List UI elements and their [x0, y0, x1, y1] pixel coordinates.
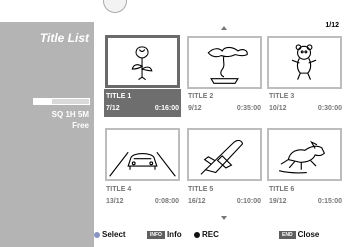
disc-space-fill [34, 99, 52, 104]
car-icon [109, 151, 176, 177]
title-name: TITLE 4 [106, 186, 132, 193]
title-length: 0:16:00 [154, 105, 179, 112]
close-label: Close [297, 230, 320, 239]
dog-icon [278, 140, 326, 174]
select-label: Select [102, 230, 126, 239]
scroll-up-icon[interactable] [221, 26, 227, 30]
title-date: 19/12 [269, 198, 287, 205]
title-length: 0:15:00 [317, 198, 342, 205]
free-label: Free [72, 121, 89, 130]
title-name: TITLE 5 [188, 186, 214, 193]
rec-label: REC [202, 230, 219, 239]
title-date: 7/12 [106, 105, 120, 112]
end-button-badge: END [279, 230, 296, 239]
info-legend: INFO Info [147, 230, 182, 239]
thumbnail-title-3[interactable] [267, 36, 342, 89]
page-indicator: 1/12 [325, 22, 339, 29]
thumbnail-title-5[interactable] [187, 128, 262, 181]
disc-icon [103, 0, 127, 13]
panel-title: Title List [39, 31, 89, 45]
space-shuttle-icon [200, 139, 244, 175]
title-date: 10/12 [269, 105, 287, 112]
select-legend: Select [94, 230, 126, 239]
title-date: 9/12 [188, 105, 202, 112]
bonsai-tree-icon [207, 46, 248, 84]
title-info-bar-2[interactable]: TITLE 2 9/12 0:35:00 [186, 89, 263, 117]
title-length: 0:30:00 [317, 105, 342, 112]
footer-legend: Select INFO Info REC END Close [94, 224, 345, 247]
info-label: Info [166, 230, 182, 239]
title-name: TITLE 2 [188, 93, 214, 100]
title-name: TITLE 6 [269, 186, 295, 193]
disc-space-meter [33, 98, 90, 105]
remaining-time: SQ 1H 5M [51, 110, 89, 119]
close-legend: END Close [279, 230, 319, 239]
thumbnail-title-2[interactable] [187, 36, 262, 89]
title-name: TITLE 1 [106, 93, 132, 100]
scroll-down-icon[interactable] [221, 216, 227, 220]
select-dot-icon [94, 231, 100, 238]
title-info-bar-6[interactable]: TITLE 6 19/12 0:15:00 [267, 182, 344, 210]
info-button-badge: INFO [147, 230, 165, 239]
thumbnail-title-1[interactable] [105, 35, 180, 88]
title-date: 13/12 [106, 198, 124, 205]
title-name: TITLE 3 [269, 93, 295, 100]
thumbnail-title-4[interactable] [105, 128, 180, 181]
title-info-bar-4[interactable]: TITLE 4 13/12 0:08:00 [104, 182, 181, 210]
rose-icon [131, 46, 153, 81]
thumbnail-title-6[interactable] [267, 128, 342, 181]
rec-legend: REC [194, 230, 219, 239]
title-list-screen: Title List SQ 1H 5M Free 1/12 TITLE 1 7/… [0, 0, 345, 247]
title-info-bar-1[interactable]: TITLE 1 7/12 0:16:00 [104, 89, 181, 117]
title-length: 0:35:00 [236, 105, 261, 112]
title-date: 16/12 [188, 198, 206, 205]
left-panel: Title List SQ 1H 5M Free [0, 22, 94, 247]
title-length: 0:08:00 [154, 198, 179, 205]
title-info-bar-5[interactable]: TITLE 5 16/12 0:10:00 [186, 182, 263, 210]
title-info-bar-3[interactable]: TITLE 3 10/12 0:30:00 [267, 89, 344, 117]
title-length: 0:10:00 [236, 198, 261, 205]
teddy-bear-icon [291, 44, 317, 80]
rec-dot-icon [194, 231, 200, 238]
